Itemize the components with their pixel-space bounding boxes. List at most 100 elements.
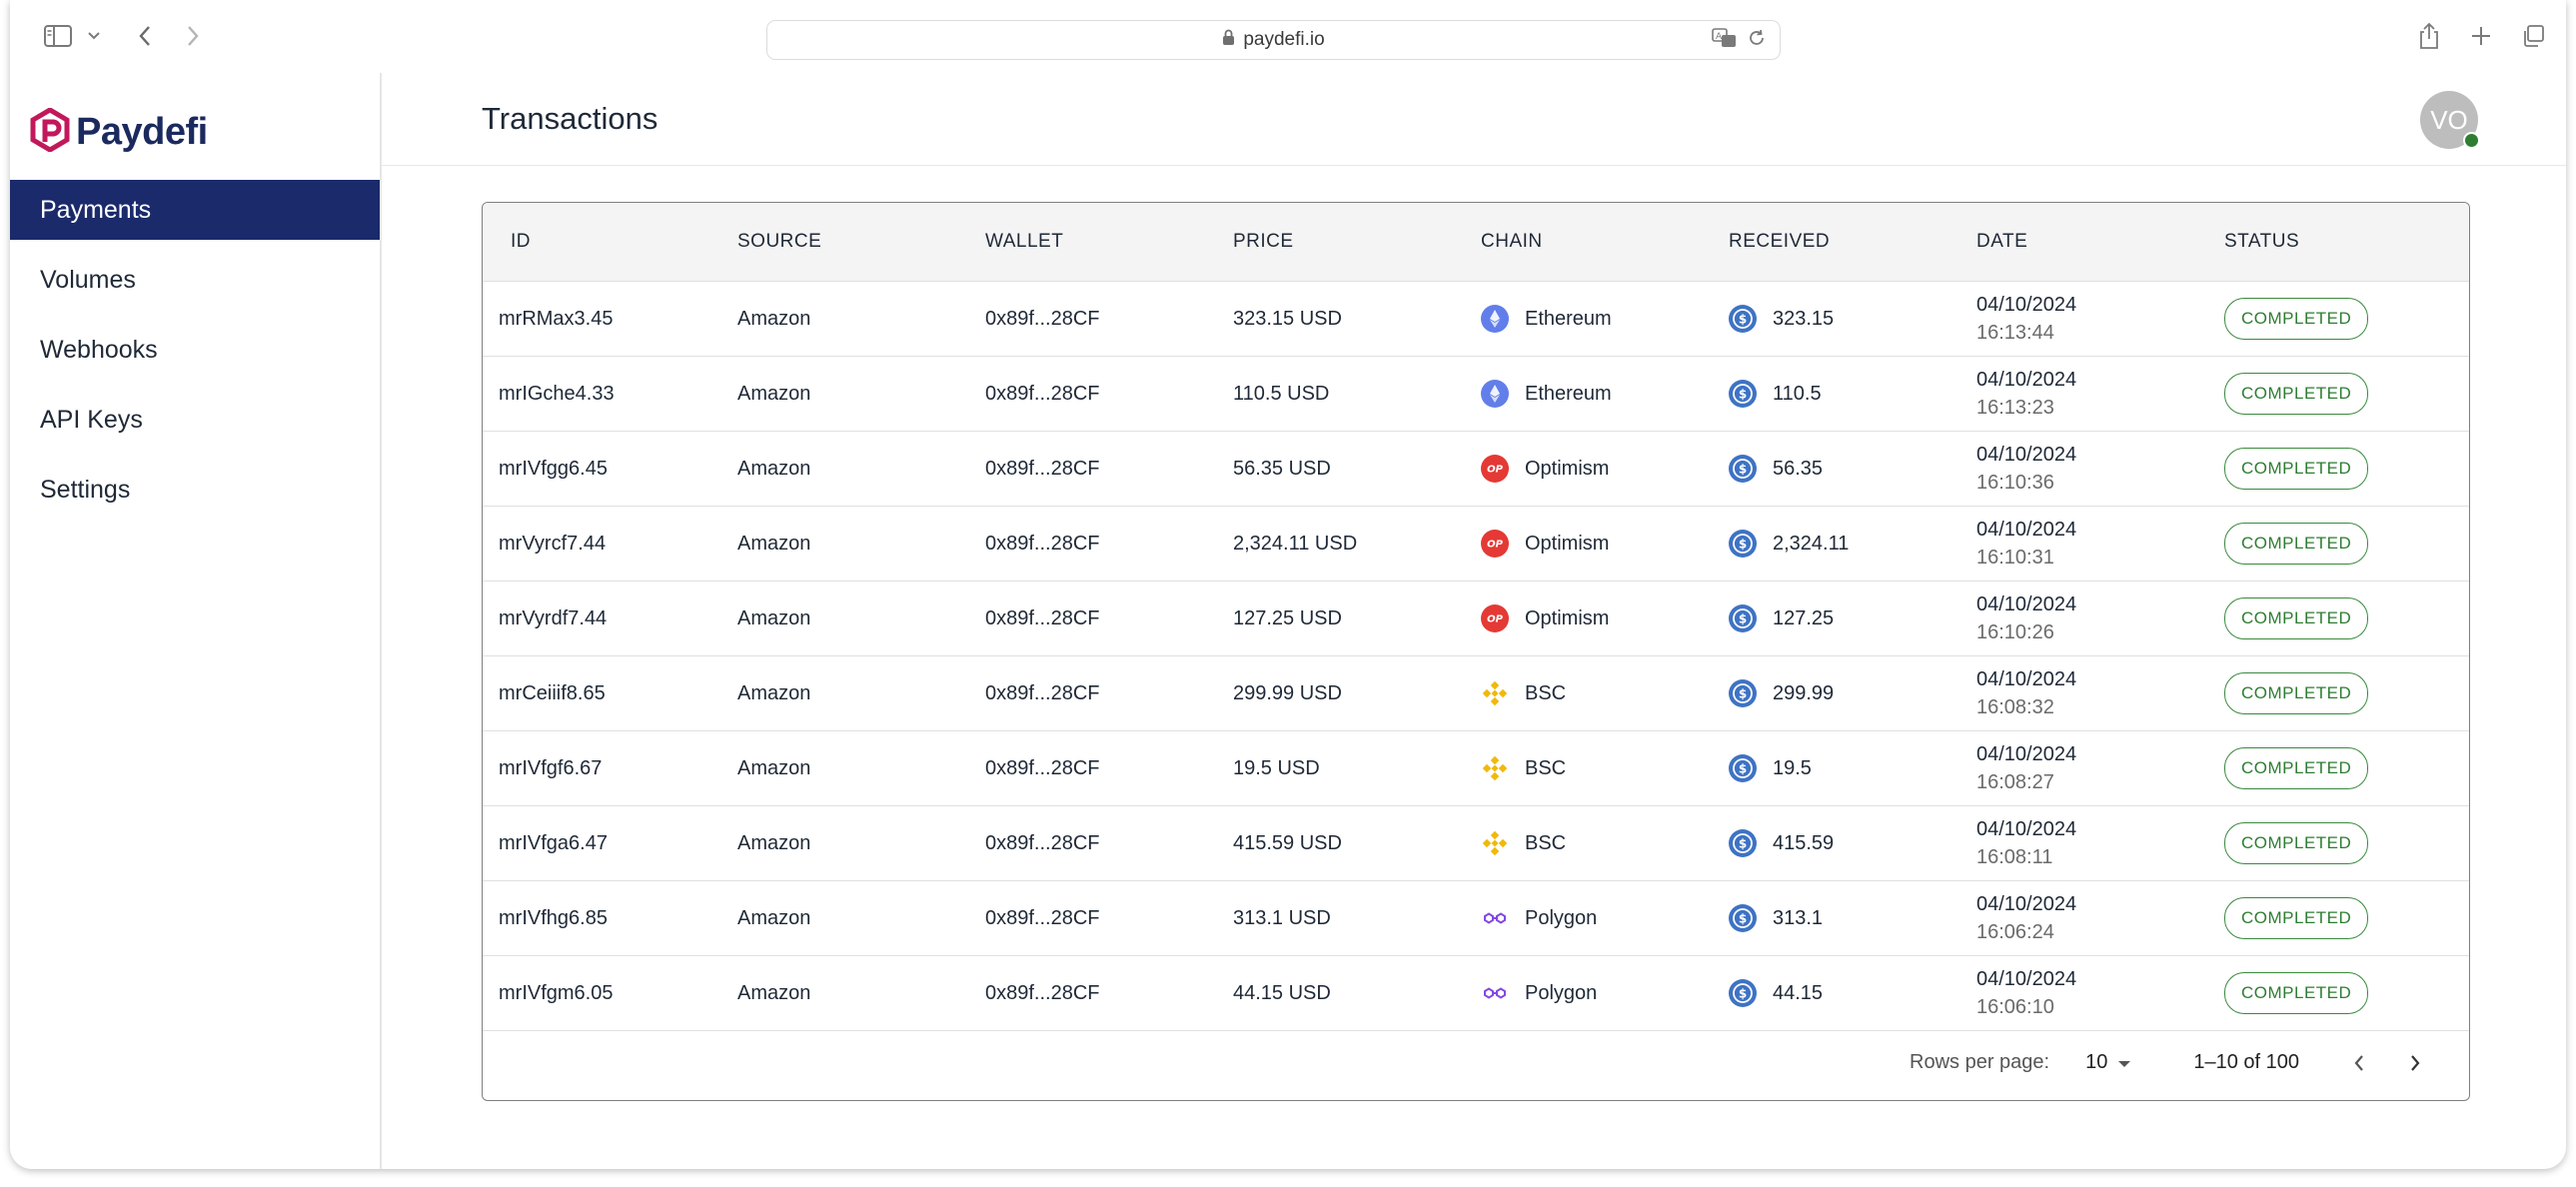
transaction-wallet: 0x89f...28CF — [985, 831, 1100, 854]
time-text: 16:08:27 — [1976, 771, 2054, 793]
column-header-chain[interactable]: CHAIN — [1481, 231, 1729, 253]
status-badge: COMPLETED — [2224, 298, 2369, 340]
svg-text:$: $ — [1739, 313, 1747, 327]
sidebar-item-payments[interactable]: Payments — [10, 180, 380, 240]
svg-text:$: $ — [1739, 538, 1747, 552]
sidebar-item-api-keys[interactable]: API Keys — [10, 390, 380, 450]
next-page-button[interactable] — [2397, 1045, 2433, 1081]
transaction-price: 110.5 USD — [1233, 382, 1330, 405]
new-tab-icon[interactable] — [2466, 18, 2496, 54]
bsc-icon — [1481, 754, 1509, 782]
table-row[interactable]: mrRMax3.45 Amazon 0x89f...28CF 323.15 USD Et… — [483, 282, 2469, 357]
received-amount: 127.25 — [1773, 606, 1835, 629]
table-row[interactable]: mrIVfgm6.05 Amazon 0x89f...28CF 44.15 USD Po… — [483, 956, 2469, 1031]
column-header-id[interactable]: ID — [483, 231, 737, 253]
sidebar: Paydefi Payments Volumes Webhooks API Ke… — [10, 73, 382, 1169]
translate-icon[interactable]: A — [1712, 27, 1738, 55]
address-bar[interactable]: paydefi.io A — [766, 20, 1781, 60]
usdc-icon: $ — [1729, 604, 1757, 632]
transaction-id: mrIVfgf6.67 — [499, 756, 603, 779]
transaction-id: mrVyrcf7.44 — [499, 532, 607, 555]
share-icon[interactable] — [2414, 18, 2444, 54]
column-header-received[interactable]: RECEIVED — [1729, 231, 1976, 253]
transaction-chain: Polygon — [1481, 904, 1729, 932]
usdc-icon: $ — [1729, 904, 1757, 932]
transaction-chain: BSC — [1481, 829, 1729, 857]
transaction-date: 04/10/2024 16:08:11 — [1976, 815, 2224, 871]
column-header-status[interactable]: STATUS — [2224, 231, 2469, 253]
previous-page-button[interactable] — [2341, 1045, 2377, 1081]
column-header-date[interactable]: DATE — [1976, 228, 2224, 256]
column-header-source[interactable]: SOURCE — [737, 231, 985, 253]
chain-name: BSC — [1525, 681, 1567, 704]
transaction-wallet: 0x89f...28CF — [985, 382, 1100, 405]
table-row[interactable]: mrVyrcf7.44 Amazon 0x89f...28CF 2,324.11 US… — [483, 507, 2469, 582]
transaction-received: $415.59 — [1729, 829, 1976, 857]
time-text: 16:13:23 — [1976, 397, 2054, 419]
transaction-wallet: 0x89f...28CF — [985, 756, 1100, 779]
time-text: 16:10:36 — [1976, 472, 2054, 494]
rows-per-page-select[interactable]: 10 — [2085, 1051, 2131, 1074]
chain-name: Optimism — [1525, 532, 1610, 555]
transaction-chain: BSC — [1481, 679, 1729, 707]
brand-logo[interactable]: Paydefi — [30, 107, 208, 157]
transaction-id: mrIVfhg6.85 — [499, 906, 608, 929]
transaction-received: $313.1 — [1729, 904, 1976, 932]
usdc-icon: $ — [1729, 380, 1757, 408]
table-row[interactable]: mrIVfgg6.45 Amazon 0x89f...28CF 56.35 USD OP… — [483, 432, 2469, 507]
svg-text:OP: OP — [1487, 540, 1504, 551]
table-row[interactable]: mrIGche4.33 Amazon 0x89f...28CF 110.5 USD Et… — [483, 357, 2469, 432]
column-header-wallet[interactable]: WALLET — [985, 231, 1233, 253]
tab-overview-icon[interactable] — [2518, 18, 2548, 54]
received-amount: 323.15 — [1773, 307, 1835, 330]
transaction-date: 04/10/2024 16:06:10 — [1976, 965, 2224, 1021]
chevron-down-icon[interactable] — [84, 18, 104, 54]
time-text: 16:06:10 — [1976, 996, 2054, 1018]
sidebar-nav: Payments Volumes Webhooks API Keys Setti… — [10, 180, 380, 530]
sidebar-item-webhooks[interactable]: Webhooks — [10, 320, 380, 380]
chain-name: BSC — [1525, 756, 1567, 779]
usdc-icon: $ — [1729, 455, 1757, 483]
ethereum-icon — [1481, 380, 1509, 408]
column-header-price[interactable]: PRICE — [1233, 231, 1481, 253]
optimism-icon: OP — [1481, 455, 1509, 483]
table-body: mrRMax3.45 Amazon 0x89f...28CF 323.15 USD Et… — [483, 282, 2469, 1031]
back-icon[interactable] — [130, 18, 160, 54]
table-row[interactable]: mrIVfga6.47 Amazon 0x89f...28CF 415.59 USD B… — [483, 806, 2469, 881]
svg-text:$: $ — [1739, 837, 1747, 851]
transaction-status: COMPLETED — [2224, 523, 2469, 565]
date-text: 04/10/2024 — [1976, 369, 2077, 391]
table-pagination: Rows per page: 10 1–10 of 100 — [483, 1025, 2469, 1100]
sidebar-toggle-icon[interactable] — [40, 18, 76, 54]
table-row[interactable]: mrCeiiif8.65 Amazon 0x89f...28CF 299.99 USD… — [483, 656, 2469, 731]
sidebar-item-volumes[interactable]: Volumes — [10, 250, 380, 310]
svg-text:$: $ — [1739, 687, 1747, 701]
received-amount: 44.15 — [1773, 981, 1824, 1004]
sidebar-item-settings[interactable]: Settings — [10, 460, 380, 520]
table-row[interactable]: mrIVfgf6.67 Amazon 0x89f...28CF 19.5 USD BSC… — [483, 731, 2469, 806]
transactions-table: ID SOURCE WALLET PRICE CHAIN RECEIVED DA… — [482, 202, 2470, 1101]
table-row[interactable]: mrIVfhg6.85 Amazon 0x89f...28CF 313.1 USD Po… — [483, 881, 2469, 956]
status-badge: COMPLETED — [2224, 448, 2369, 490]
svg-text:OP: OP — [1487, 614, 1504, 625]
reload-icon[interactable] — [1746, 27, 1768, 55]
svg-text:$: $ — [1739, 912, 1747, 926]
transaction-source: Amazon — [737, 457, 811, 480]
avatar[interactable]: VO — [2420, 91, 2480, 149]
transaction-received: $44.15 — [1729, 979, 1976, 1007]
transaction-id: mrIVfga6.47 — [499, 831, 608, 854]
received-amount: 299.99 — [1773, 681, 1835, 704]
transaction-chain: Polygon — [1481, 979, 1729, 1007]
optimism-icon: OP — [1481, 530, 1509, 558]
svg-text:$: $ — [1739, 762, 1747, 776]
transaction-chain: BSC — [1481, 754, 1729, 782]
status-badge: COMPLETED — [2224, 373, 2369, 415]
forward-icon[interactable] — [178, 18, 208, 54]
date-text: 04/10/2024 — [1976, 294, 2077, 316]
time-text: 16:08:11 — [1976, 846, 2053, 868]
transaction-id: mrRMax3.45 — [499, 307, 614, 330]
table-row[interactable]: mrVyrdf7.44 Amazon 0x89f...28CF 127.25 USD O… — [483, 582, 2469, 656]
status-badge: COMPLETED — [2224, 747, 2369, 789]
ethereum-icon — [1481, 305, 1509, 333]
transaction-chain: OP Optimism — [1481, 604, 1729, 632]
